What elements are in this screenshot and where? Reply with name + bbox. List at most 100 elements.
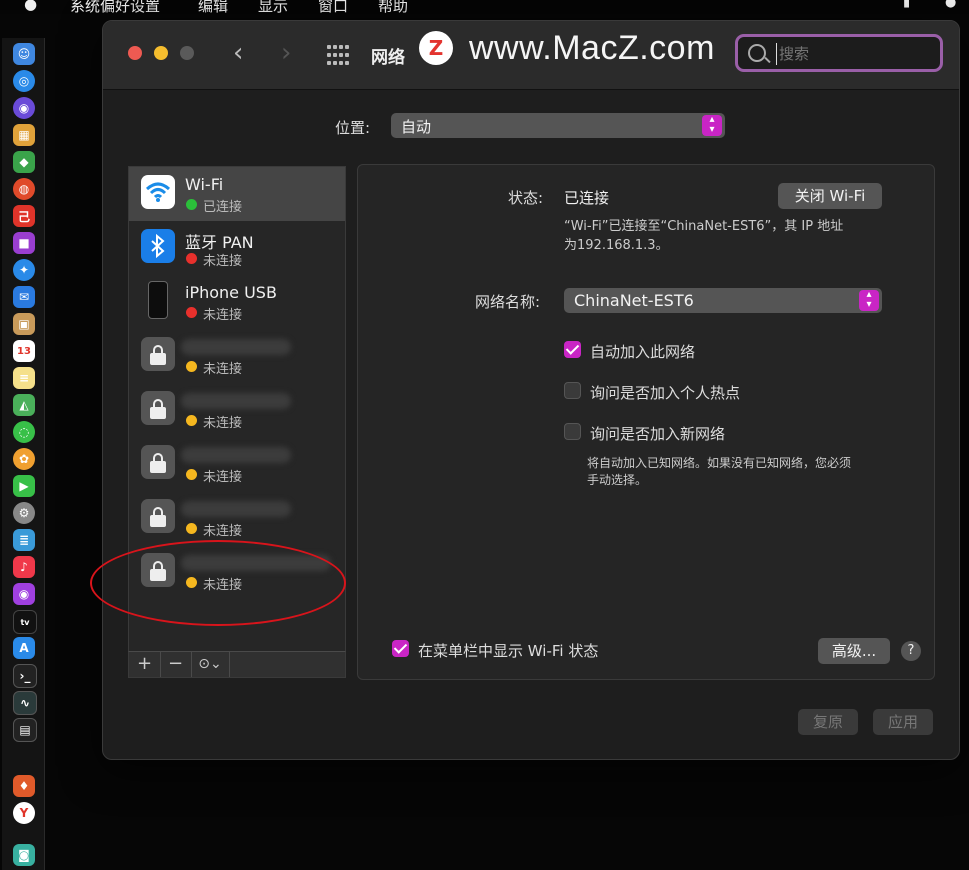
chevron-updown-icon: ▴ ▾ — [859, 290, 879, 311]
network-name-value: ChinaNet-EST6 — [574, 291, 694, 310]
service-row-bluetooth-pan[interactable]: 蓝牙 PAN 未连接 — [129, 221, 345, 275]
android-icon[interactable]: ◆ — [13, 151, 35, 173]
advanced-button[interactable]: 高级... — [818, 638, 890, 664]
service-row-iphone-usb[interactable]: iPhone USB 未连接 — [129, 275, 345, 329]
status-description-line2: 为192.168.1.3。 — [564, 238, 669, 253]
siri-icon[interactable]: ◉ — [13, 97, 35, 119]
launchpad-icon[interactable]: ◎ — [13, 70, 35, 92]
system-preferences-icon[interactable]: ⚙ — [13, 502, 35, 524]
console-icon[interactable]: ▤ — [13, 718, 37, 742]
service-row-wifi[interactable]: Wi-Fi 已连接 — [129, 167, 345, 221]
menu-help[interactable]: 帮助 — [378, 0, 408, 16]
title-bar: ‹ › 网络 Z www.MacZ.com — [103, 21, 959, 90]
revert-button[interactable]: 复原 — [798, 709, 858, 735]
lock-icon — [141, 445, 175, 479]
forward-icon[interactable]: › — [281, 38, 291, 68]
status-description-line1: “Wi-Fi”已连接至“ChinaNet-EST6”，其 IP 地址 — [564, 219, 844, 234]
menu-window[interactable]: 窗口 — [318, 0, 348, 16]
contacts-icon[interactable]: ▣ — [13, 313, 35, 335]
service-status: 未连接 — [203, 308, 243, 323]
messages-icon[interactable]: ◌ — [13, 421, 35, 443]
tv-icon[interactable]: tv — [13, 610, 37, 634]
photos-icon[interactable]: ✿ — [13, 448, 35, 470]
facetime-icon[interactable]: ▶ — [13, 475, 35, 497]
service-name-blurred — [181, 555, 331, 571]
network-service-list[interactable]: Wi-Fi 已连接 蓝牙 PAN 未连接 iPhone USB 未连接 未连接 … — [128, 166, 346, 653]
search-input[interactable] — [776, 43, 941, 65]
service-status: 未连接 — [203, 362, 243, 377]
back-icon[interactable]: ‹ — [233, 38, 243, 68]
location-select[interactable]: 自动 ▴ ▾ — [391, 113, 725, 138]
wifi-detail-panel: 状态: 已连接 关闭 Wi-Fi “Wi-Fi”已连接至“ChinaNet-ES… — [357, 164, 935, 680]
app-store-icon[interactable]: A — [13, 637, 35, 659]
lock-icon — [141, 499, 175, 533]
turn-off-wifi-button[interactable]: 关闭 Wi-Fi — [778, 183, 882, 209]
lock-icon — [141, 391, 175, 425]
help-button[interactable]: ? — [901, 641, 921, 661]
service-status: 未连接 — [203, 416, 243, 431]
service-name: Wi-Fi — [185, 175, 224, 194]
service-row-vpn-2[interactable]: 未连接 — [129, 383, 345, 437]
finder-icon[interactable]: ☺ — [13, 43, 35, 65]
app-red-icon[interactable]: 己 — [13, 205, 35, 227]
bluetooth-icon — [141, 229, 175, 263]
ask-new-network-desc-line1: 将自动加入已知网络。如果没有已知网络，您必须 — [587, 456, 852, 470]
calendar-icon[interactable]: 13 — [13, 340, 35, 362]
service-row-vpn-1[interactable]: 未连接 — [129, 329, 345, 383]
wifi-icon — [141, 175, 175, 209]
close-window-button[interactable] — [128, 46, 142, 60]
safari-icon[interactable]: ✦ — [13, 259, 35, 281]
app-grid-icon[interactable]: ▦ — [13, 124, 35, 146]
app-blue-icon[interactable]: ≣ — [13, 529, 35, 551]
minimize-window-button[interactable] — [154, 46, 168, 60]
ask-new-network-checkbox[interactable] — [564, 423, 581, 440]
service-row-vpn-5[interactable]: 未连接 — [129, 545, 345, 599]
show-all-grid-icon[interactable] — [327, 45, 349, 67]
show-wifi-in-menubar-checkbox[interactable] — [392, 640, 409, 657]
service-row-vpn-4[interactable]: 未连接 — [129, 491, 345, 545]
search-field[interactable] — [735, 34, 943, 72]
bookmark-icon[interactable]: ▮ — [903, 0, 910, 10]
yandex-icon[interactable]: Y — [13, 802, 35, 824]
service-name: iPhone USB — [185, 283, 277, 302]
podcasts-icon[interactable]: ◉ — [13, 583, 35, 605]
terminal-icon[interactable]: ›_ — [13, 664, 37, 688]
menu-bar: ● 系统偏好设置 编辑 显示 窗口 帮助 ▮ ● — [0, 0, 969, 16]
remove-service-button[interactable]: − — [160, 652, 192, 677]
network-name-label: 网络名称: — [475, 293, 541, 311]
service-name-blurred — [181, 339, 291, 355]
service-row-vpn-3[interactable]: 未连接 — [129, 437, 345, 491]
activity-monitor-icon[interactable]: ∿ — [13, 691, 37, 715]
apple-menu-icon[interactable]: ● — [24, 0, 37, 13]
zoom-window-button[interactable] — [180, 46, 194, 60]
app-purple-icon[interactable]: ■ — [13, 232, 35, 254]
brave-icon[interactable]: ♦ — [13, 775, 35, 797]
watermark-text: www.MacZ.com — [469, 29, 715, 67]
status-label: 状态: — [508, 189, 544, 207]
ask-hotspot-checkbox[interactable] — [564, 382, 581, 399]
network-name-select[interactable]: ChinaNet-EST6 ▴ ▾ — [564, 288, 882, 313]
mail-icon[interactable]: ✉ — [13, 286, 35, 308]
status-dot-icon — [186, 307, 197, 318]
apply-button[interactable]: 应用 — [873, 709, 933, 735]
menu-edit[interactable]: 编辑 — [198, 0, 228, 16]
service-status: 未连接 — [203, 470, 243, 485]
app-teal-icon[interactable]: ◙ — [13, 844, 35, 866]
notes-icon[interactable]: ≡ — [13, 367, 35, 389]
watermark-logo: Z — [419, 31, 453, 65]
service-name-blurred — [181, 501, 291, 517]
show-wifi-in-menubar-label: 在菜单栏中显示 Wi-Fi 状态 — [418, 642, 599, 660]
maps-icon[interactable]: ◭ — [13, 394, 35, 416]
auto-join-checkbox[interactable] — [564, 341, 581, 358]
service-status: 未连接 — [203, 254, 243, 269]
status-dot-icon — [186, 361, 197, 372]
add-service-button[interactable]: + — [129, 652, 161, 677]
control-center-icon[interactable]: ● — [945, 0, 956, 10]
lock-icon — [141, 553, 175, 587]
window-title: 网络 — [371, 48, 405, 68]
action-menu-button[interactable]: ⊙⌄ — [191, 652, 230, 677]
menu-view[interactable]: 显示 — [258, 0, 288, 16]
menu-system-preferences[interactable]: 系统偏好设置 — [70, 0, 160, 16]
chrome-icon[interactable]: ◍ — [13, 178, 35, 200]
music-icon[interactable]: ♪ — [13, 556, 35, 578]
